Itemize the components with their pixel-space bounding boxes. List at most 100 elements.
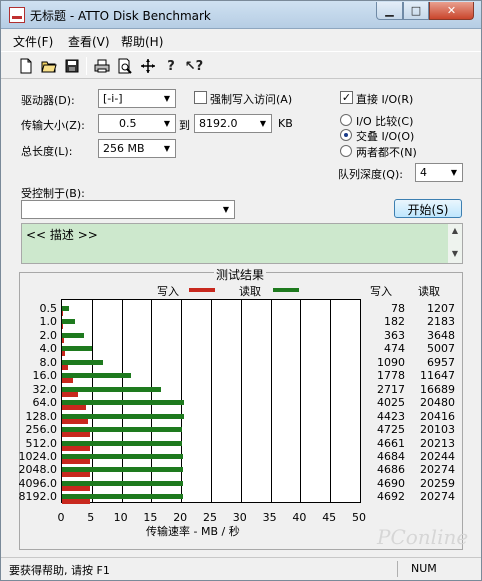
bar-write xyxy=(62,311,63,316)
bar-read xyxy=(62,494,183,500)
total-length-select[interactable]: 256 MB ▼ xyxy=(98,139,176,158)
watermark: PConline xyxy=(377,525,469,549)
move-button[interactable] xyxy=(138,56,158,76)
overlap-io-radio[interactable] xyxy=(340,129,352,141)
neither-radio[interactable] xyxy=(340,145,352,157)
read-value: 20274 xyxy=(420,490,455,504)
read-value: 20213 xyxy=(420,436,455,450)
grid-line xyxy=(270,300,272,502)
read-value: 20259 xyxy=(420,476,455,490)
write-value: 1090 xyxy=(377,355,405,369)
bar-read xyxy=(62,346,92,352)
y-tick-label: 16.0 xyxy=(32,369,58,383)
read-value: 3648 xyxy=(427,328,455,342)
bar-read xyxy=(62,413,184,419)
queue-depth-value: 4 xyxy=(420,166,427,179)
bar-write xyxy=(62,364,69,370)
bar-write xyxy=(62,458,90,464)
write-value: 474 xyxy=(384,342,405,356)
start-button[interactable]: 开始(S) xyxy=(394,199,462,218)
status-separator xyxy=(397,561,398,577)
force-write-checkbox[interactable] xyxy=(194,91,207,104)
bar-read xyxy=(62,386,162,392)
write-column-header: 写入 xyxy=(370,285,392,298)
y-tick-label: 2048.0 xyxy=(18,463,58,477)
bar-read xyxy=(62,319,75,325)
description-text: << 描述 >> xyxy=(26,228,98,242)
chart-plot-area xyxy=(61,299,361,505)
description-scrollbar[interactable]: ▲ ▼ xyxy=(448,224,462,263)
window-title: 无标题 - ATTO Disk Benchmark xyxy=(30,9,211,23)
bar-read xyxy=(62,359,104,365)
context-help-button[interactable]: ↖? xyxy=(184,56,204,76)
new-button[interactable] xyxy=(16,56,36,76)
y-tick-label: 256.0 xyxy=(25,423,58,437)
description-box[interactable]: << 描述 >> ▲ ▼ xyxy=(21,223,463,264)
help-button[interactable]: ? xyxy=(161,56,181,76)
drive-select[interactable]: [-i-] ▼ xyxy=(98,89,176,108)
y-tick-label: 4.0 xyxy=(39,342,58,356)
menu-view[interactable]: 查看(V) xyxy=(68,33,110,50)
transfer-from-select[interactable]: 0.5 ▼ xyxy=(98,114,176,133)
x-tick-label: 45 xyxy=(322,511,337,524)
write-legend-swatch xyxy=(189,288,215,292)
toolbar-separator xyxy=(86,57,87,75)
y-tick-label: 1.0 xyxy=(39,315,58,329)
chevron-down-icon: ▼ xyxy=(259,119,267,128)
app-icon xyxy=(9,7,25,23)
bar-read xyxy=(62,332,84,338)
bar-write xyxy=(62,418,89,424)
drive-value: [-i-] xyxy=(103,92,123,105)
close-button[interactable]: ✕ xyxy=(429,2,474,20)
x-tick-label: 50 xyxy=(352,511,366,524)
print-preview-button[interactable] xyxy=(115,56,135,76)
minimize-icon: ▁ xyxy=(385,4,394,17)
print-button[interactable] xyxy=(92,56,112,76)
overlap-io-label: 交叠 I/O(O) xyxy=(356,130,415,143)
bar-write xyxy=(62,432,91,438)
write-value: 4684 xyxy=(377,449,405,463)
y-tick-label: 8.0 xyxy=(39,355,58,369)
direct-io-checkbox[interactable]: ✓ xyxy=(340,91,353,104)
menu-file[interactable]: 文件(F) xyxy=(13,33,53,50)
grid-line xyxy=(240,300,242,502)
transfer-to-select[interactable]: 8192.0 ▼ xyxy=(194,114,272,133)
chevron-down-icon: ▼ xyxy=(222,205,230,214)
grid-line xyxy=(211,300,212,502)
bar-read xyxy=(62,480,183,486)
scroll-down-icon: ▼ xyxy=(451,249,459,258)
menu-help[interactable]: 帮助(H) xyxy=(121,33,163,50)
bar-write xyxy=(62,337,65,343)
write-value: 4661 xyxy=(377,436,405,450)
close-icon: ✕ xyxy=(446,4,457,17)
y-tick-label: 64.0 xyxy=(32,396,58,410)
save-button[interactable] xyxy=(62,56,82,76)
status-bar: 要获得帮助, 请按 F1 NUM xyxy=(1,557,481,580)
bar-write xyxy=(62,324,64,330)
checkmark-icon: ✓ xyxy=(341,91,352,104)
status-help-text: 要获得帮助, 请按 F1 xyxy=(9,564,110,577)
open-button[interactable] xyxy=(39,56,59,76)
bar-write xyxy=(62,472,90,478)
maximize-button[interactable]: □ xyxy=(403,2,429,20)
read-legend-swatch xyxy=(273,288,299,292)
controlled-by-select[interactable]: ▼ xyxy=(21,200,235,219)
total-length-value: 256 MB xyxy=(103,142,145,155)
bar-read xyxy=(62,373,132,379)
read-value: 2183 xyxy=(427,315,455,329)
write-legend-label: 写入 xyxy=(157,285,179,298)
num-lock-indicator: NUM xyxy=(411,562,437,575)
new-icon xyxy=(20,58,32,74)
bar-read xyxy=(62,440,183,446)
write-value: 4690 xyxy=(377,476,405,490)
force-write-label: 强制写入访问(A) xyxy=(210,93,293,106)
chevron-down-icon: ▼ xyxy=(163,94,171,103)
title-bar[interactable]: 无标题 - ATTO Disk Benchmark ▁ □ ✕ xyxy=(1,1,481,29)
x-tick-label: 0 xyxy=(57,511,65,524)
minimize-button[interactable]: ▁ xyxy=(376,2,403,20)
queue-depth-select[interactable]: 4 ▼ xyxy=(415,163,463,182)
transfer-to-value: 8192.0 xyxy=(199,117,238,130)
y-tick-label: 32.0 xyxy=(32,382,58,396)
print-preview-icon xyxy=(118,58,132,74)
io-compare-radio[interactable] xyxy=(340,114,352,126)
